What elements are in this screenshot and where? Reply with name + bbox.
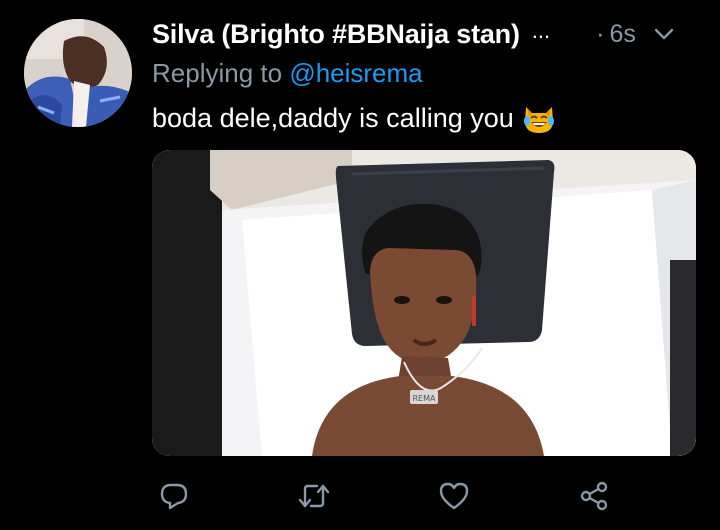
display-name[interactable]: Silva (Brighto #BBNaija stan) [152,19,520,50]
name-overflow-marker: ... [531,18,551,43]
timestamp-dot: · [596,19,605,48]
heart-icon [438,481,470,511]
tweet-body: boda dele,daddy is calling you [152,102,514,133]
tweet[interactable]: Silva (Brighto #BBNaija stan) ... · 6s Re… [0,0,720,530]
chevron-down-icon[interactable] [652,22,676,46]
tweet-text: boda dele,daddy is calling you [152,101,556,135]
share-button[interactable] [574,476,614,516]
avatar[interactable] [24,19,132,127]
share-icon [578,480,610,512]
retweet-icon [297,481,331,511]
like-button[interactable] [434,476,474,516]
tweet-photo[interactable]: REMA [152,150,696,456]
reply-prefix: Replying to [152,58,283,88]
tweet-actions [152,476,622,516]
cat-tears-of-joy-emoji-icon [522,101,556,135]
tweet-header: Silva (Brighto #BBNaija stan) ... · 6s [152,16,697,52]
replying-to: Replying to @heisrema [152,58,423,89]
reply-button[interactable] [154,476,194,516]
timestamp-value: 6s [609,19,636,48]
reply-bubble-icon [159,481,189,511]
retweet-button[interactable] [294,476,334,516]
pendant-text: REMA [413,394,437,403]
reply-handle-link[interactable]: @heisrema [289,58,422,88]
timestamp[interactable]: · 6s [596,20,636,49]
